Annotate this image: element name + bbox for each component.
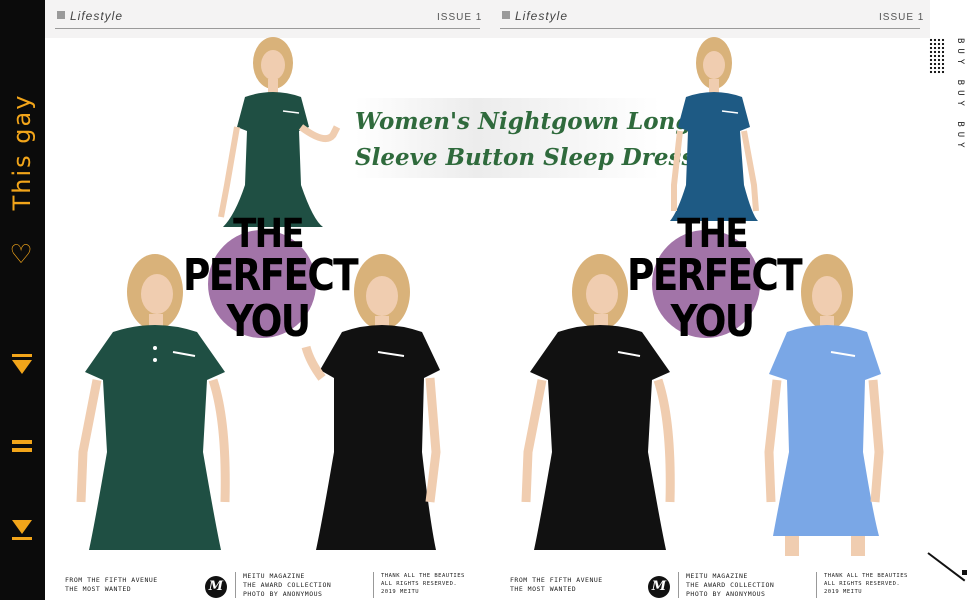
footer-divider xyxy=(373,572,374,598)
buy-text[interactable]: BUY BUY BUY xyxy=(955,38,965,153)
footer-col-2: MEITU MAGAZINE THE AWARD COLLECTION PHOTO … xyxy=(686,572,775,598)
footer-left: FROM THE FIFTH AVENUE THE MOST WANTED M M… xyxy=(45,562,490,600)
footer-divider xyxy=(678,572,679,598)
promo-perfect: PERFECT xyxy=(627,250,803,301)
dot-decoration xyxy=(962,570,967,575)
footer-col-2: MEITU MAGAZINE THE AWARD COLLECTION PHOTO … xyxy=(243,572,332,598)
skip-start-icon[interactable] xyxy=(8,516,36,544)
issue-label: ISSUE 1 xyxy=(437,12,483,23)
footer-right: FROM THE FIFTH AVENUE THE MOST WANTED M M… xyxy=(490,562,930,600)
issue-label: ISSUE 1 xyxy=(879,12,925,23)
perfect-you-graphic: THE PERFECT YOU xyxy=(612,212,812,347)
lifestyle-tag: Lifestyle xyxy=(57,9,123,23)
footer-divider xyxy=(235,572,236,598)
promo-you: YOU xyxy=(226,296,312,347)
halftone-pattern xyxy=(929,38,945,74)
lifestyle-tag: Lifestyle xyxy=(502,9,568,23)
model-teal-small xyxy=(660,35,770,235)
rail-title: This gay xyxy=(8,93,36,211)
magazine-logo: M xyxy=(648,576,670,598)
promo-perfect: PERFECT xyxy=(183,250,359,301)
heart-outline-icon[interactable]: ♡ xyxy=(6,240,36,270)
promo-the: THE xyxy=(233,211,304,257)
title-line-2: Sleeve Button Sleep Dress xyxy=(355,144,695,171)
header-divider xyxy=(55,28,480,29)
perfect-you-graphic: THE PERFECT YOU xyxy=(168,212,368,347)
magazine-logo: M xyxy=(205,576,227,598)
model-green-small xyxy=(205,35,345,235)
header-divider xyxy=(500,28,920,29)
header-right: Lifestyle ISSUE 1 xyxy=(490,0,930,38)
left-rail: This gay ♡ xyxy=(0,0,45,600)
footer-col-3: THANK ALL THE BEAUTIES ALL RIGHTS RESERVE… xyxy=(824,573,908,595)
slash-decoration xyxy=(927,552,966,582)
footer-divider xyxy=(816,572,817,598)
header-left: Lifestyle ISSUE 1 xyxy=(45,0,490,38)
pause-icon[interactable] xyxy=(8,432,36,460)
title-line-1: Women's Nightgown Long xyxy=(355,108,692,135)
footer-col-1: FROM THE FIFTH AVENUE THE MOST WANTED xyxy=(510,576,603,593)
promo-the: THE xyxy=(677,211,748,257)
skip-end-icon[interactable] xyxy=(8,350,36,378)
product-title-banner: Women's Nightgown Long Sleeve Button Sle… xyxy=(355,98,695,178)
promo-you: YOU xyxy=(670,296,756,347)
footer-col-1: FROM THE FIFTH AVENUE THE MOST WANTED xyxy=(65,576,158,593)
footer-col-3: THANK ALL THE BEAUTIES ALL RIGHTS RESERVE… xyxy=(381,573,465,595)
